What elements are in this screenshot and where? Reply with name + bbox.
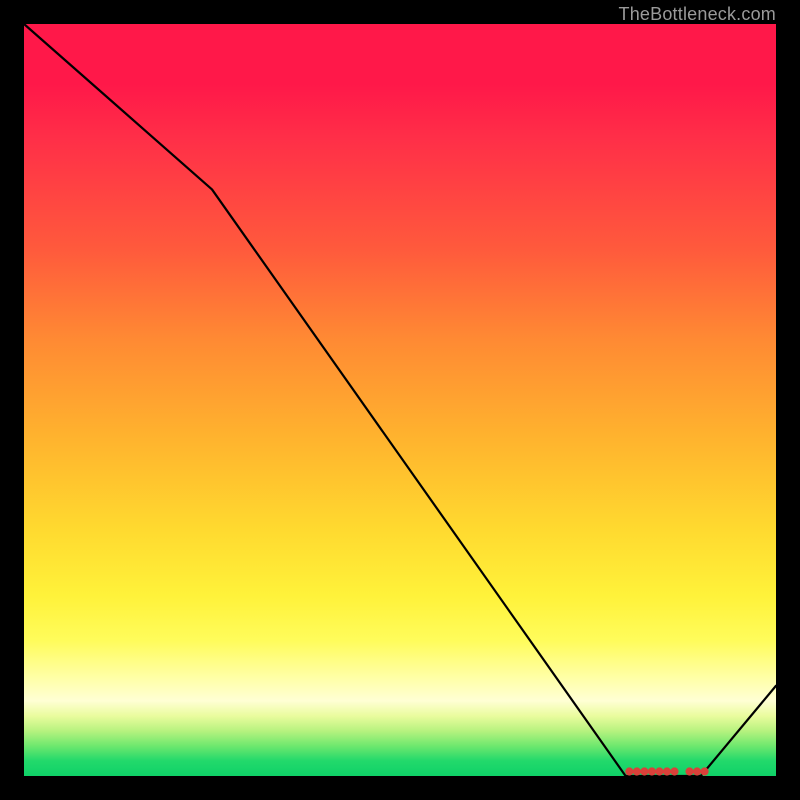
chart-svg xyxy=(24,24,776,776)
chart-container: TheBottleneck.com xyxy=(0,0,800,800)
data-marker xyxy=(626,768,633,775)
data-marker xyxy=(648,768,655,775)
marker-group xyxy=(626,768,708,775)
data-marker xyxy=(686,768,693,775)
data-marker xyxy=(693,768,700,775)
data-marker xyxy=(656,768,663,775)
bottleneck-curve xyxy=(24,24,776,776)
data-marker xyxy=(641,768,648,775)
data-marker xyxy=(633,768,640,775)
attribution-text: TheBottleneck.com xyxy=(619,4,776,25)
data-marker xyxy=(663,768,670,775)
data-marker xyxy=(671,768,678,775)
data-marker xyxy=(701,768,708,775)
